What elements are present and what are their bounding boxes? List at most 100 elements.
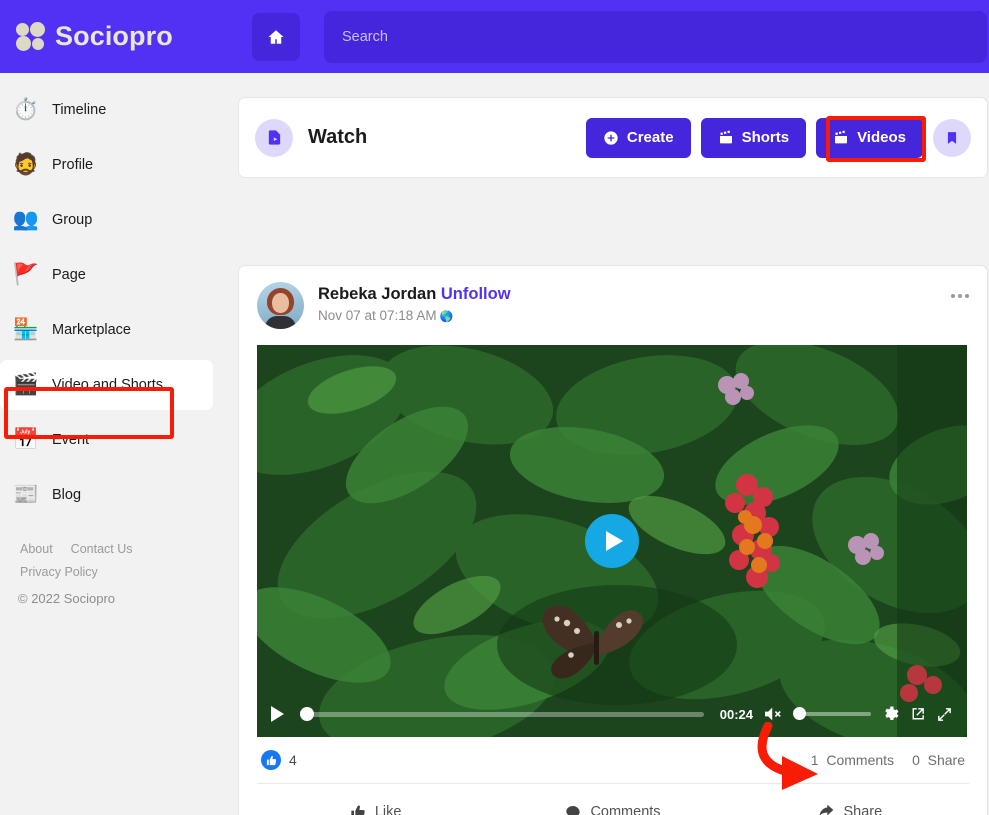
profile-icon: 🧔 <box>12 151 40 179</box>
like-button[interactable]: Like <box>257 804 494 815</box>
counts-group: 1 Comments 0 Share <box>811 752 965 768</box>
marketplace-icon: 🏪 <box>12 316 40 344</box>
sidebar-item-label: Video and Shorts <box>52 377 163 393</box>
clapperboard-icon <box>833 130 849 146</box>
sidebar-item-marketplace[interactable]: 🏪 Marketplace <box>0 305 213 355</box>
post-author-block: Rebeka Jordan Unfollow Nov 07 at 07:18 A… <box>318 282 511 323</box>
picture-in-picture-icon <box>909 706 926 723</box>
sidebar-item-timeline[interactable]: ⏱️ Timeline <box>0 85 213 135</box>
page-title: Watch <box>308 126 367 149</box>
sidebar-item-label: Blog <box>52 487 81 503</box>
home-button[interactable] <box>252 13 300 61</box>
play-overlay-button[interactable] <box>585 514 639 568</box>
more-options-icon[interactable] <box>951 294 969 298</box>
plus-circle-icon <box>603 130 619 146</box>
bookmark-button[interactable] <box>933 119 971 157</box>
sidebar: ⏱️ Timeline 🧔 Profile 👥 Group 🚩 Page 🏪 M… <box>0 73 225 815</box>
create-button-label: Create <box>627 129 674 146</box>
sociopro-logo-icon <box>16 22 50 52</box>
footer-link-about[interactable]: About <box>20 542 53 556</box>
video-progress-slider[interactable] <box>300 711 704 717</box>
watch-actions: Create Shorts Videos <box>586 118 971 158</box>
clapperboard-icon <box>718 130 734 146</box>
sidebar-item-label: Page <box>52 267 86 283</box>
watch-header-card: Watch Create Shorts <box>238 97 988 178</box>
group-icon: 👥 <box>12 206 40 234</box>
volume-muted-icon <box>763 706 783 722</box>
sidebar-item-label: Timeline <box>52 102 106 118</box>
fullscreen-icon <box>936 706 953 723</box>
shorts-button-label: Shorts <box>742 129 790 146</box>
picture-in-picture-button[interactable] <box>909 706 926 723</box>
app-root: Sociopro ⏱️ Timeline 🧔 Profile 👥 Group <box>0 0 989 815</box>
post-timestamp: Nov 07 at 07:18 AM <box>318 308 437 323</box>
avatar[interactable] <box>257 282 304 329</box>
comments-count[interactable]: 1 Comments <box>811 752 894 768</box>
sidebar-footer-links: About Contact Us Privacy Policy <box>20 542 225 579</box>
comments-button-label: Comments <box>590 804 660 815</box>
post-header: Rebeka Jordan Unfollow Nov 07 at 07:18 A… <box>257 282 969 329</box>
progress-knob[interactable] <box>300 707 314 721</box>
top-header-bar: Sociopro <box>0 0 989 73</box>
copyright-text: © 2022 Sociopro <box>18 591 225 606</box>
sidebar-item-page[interactable]: 🚩 Page <box>0 250 213 300</box>
post-actions-bar: Like Comments Share <box>257 784 969 815</box>
sidebar-item-label: Profile <box>52 157 93 173</box>
footer-link-contact-us[interactable]: Contact Us <box>71 542 133 556</box>
reactions-row: 4 1 Comments 0 Share <box>257 737 969 783</box>
video-player[interactable]: 00:24 <box>257 345 967 737</box>
videos-button[interactable]: Videos <box>816 118 923 158</box>
sidebar-item-video-and-shorts[interactable]: 🎬 Video and Shorts <box>0 360 213 410</box>
like-count-chip[interactable]: 4 <box>261 750 297 770</box>
brand-logo[interactable]: Sociopro <box>16 21 234 52</box>
main-content: Watch Create Shorts <box>225 73 989 815</box>
thumbs-up-icon <box>350 804 366 815</box>
sidebar-nav-list: ⏱️ Timeline 🧔 Profile 👥 Group 🚩 Page 🏪 M… <box>0 73 225 520</box>
video-file-icon <box>255 119 293 157</box>
videos-button-label: Videos <box>857 129 906 146</box>
sidebar-item-blog[interactable]: 📰 Blog <box>0 470 213 520</box>
blog-icon: 📰 <box>12 481 40 509</box>
page-icon: 🚩 <box>12 261 40 289</box>
share-icon <box>818 804 834 815</box>
shares-count[interactable]: 0 Share <box>912 752 965 768</box>
sidebar-item-label: Event <box>52 432 89 448</box>
comment-icon <box>565 804 581 815</box>
home-icon <box>267 28 285 46</box>
like-count: 4 <box>289 752 297 768</box>
sidebar-item-event[interactable]: 📅 Event <box>0 415 213 465</box>
settings-button[interactable] <box>881 705 899 723</box>
share-button[interactable]: Share <box>732 804 969 815</box>
post-author-name: Rebeka Jordan <box>318 285 436 303</box>
globe-icon: 🌎 <box>440 311 454 323</box>
sidebar-item-profile[interactable]: 🧔 Profile <box>0 140 213 190</box>
shorts-button[interactable]: Shorts <box>701 118 807 158</box>
volume-slider[interactable] <box>793 711 871 717</box>
sidebar-item-label: Marketplace <box>52 322 131 338</box>
fullscreen-button[interactable] <box>936 706 953 723</box>
search-input[interactable] <box>324 11 987 63</box>
sidebar-item-label: Group <box>52 212 92 228</box>
timeline-icon: ⏱️ <box>12 96 40 124</box>
unfollow-link[interactable]: Unfollow <box>441 285 511 303</box>
like-button-label: Like <box>375 804 402 815</box>
video-icon: 🎬 <box>12 371 40 399</box>
play-pause-button[interactable] <box>271 706 284 722</box>
brand-name: Sociopro <box>55 21 173 52</box>
video-time-display: 00:24 <box>720 707 753 722</box>
play-icon <box>606 531 623 551</box>
thumbs-up-icon <box>261 750 281 770</box>
sidebar-item-group[interactable]: 👥 Group <box>0 195 213 245</box>
event-icon: 📅 <box>12 426 40 454</box>
share-button-label: Share <box>843 804 882 815</box>
mute-button[interactable] <box>763 706 783 722</box>
volume-knob[interactable] <box>793 707 806 720</box>
comments-button[interactable]: Comments <box>494 804 731 815</box>
create-button[interactable]: Create <box>586 118 691 158</box>
video-controls-bar: 00:24 <box>257 691 967 737</box>
footer-link-privacy-policy[interactable]: Privacy Policy <box>20 565 98 579</box>
post-timestamp-row: Nov 07 at 07:18 AM🌎 <box>318 308 511 323</box>
search-container <box>324 11 987 63</box>
bookmark-icon <box>945 131 959 145</box>
video-post-card: Rebeka Jordan Unfollow Nov 07 at 07:18 A… <box>238 265 988 815</box>
